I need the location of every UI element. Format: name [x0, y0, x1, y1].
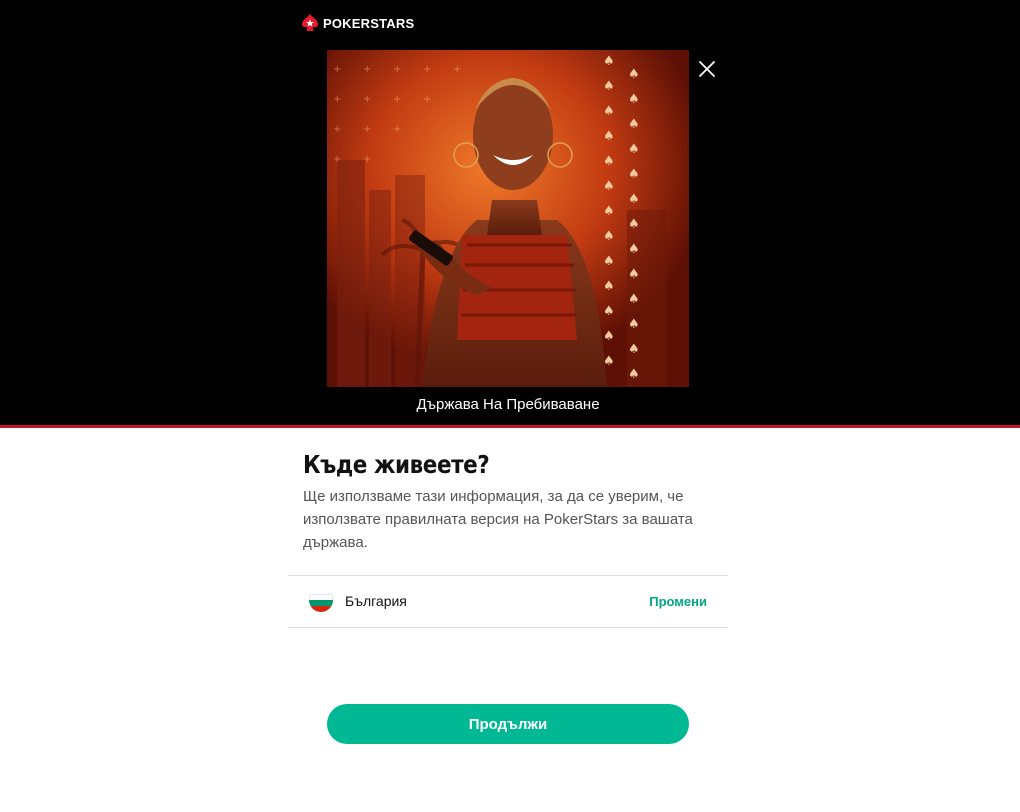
- svg-text:♠: ♠: [628, 367, 640, 382]
- svg-text:♠: ♠: [628, 267, 640, 282]
- svg-text:+: +: [333, 64, 341, 75]
- svg-text:♠: ♠: [603, 104, 615, 119]
- svg-text:♠: ♠: [628, 242, 640, 257]
- selected-country: България: [345, 593, 407, 609]
- svg-text:♠: ♠: [628, 342, 640, 357]
- pokerstars-spade-star-icon: [302, 14, 318, 31]
- bulgaria-flag-icon: [309, 594, 333, 612]
- svg-text:+: +: [363, 124, 371, 135]
- svg-text:♠: ♠: [628, 217, 640, 232]
- svg-text:♠: ♠: [628, 92, 640, 107]
- change-country-link[interactable]: Промени: [649, 594, 707, 609]
- svg-text:♠: ♠: [603, 179, 615, 194]
- hero-caption: Държава На Пребиваване: [416, 396, 600, 413]
- svg-text:♠: ♠: [603, 304, 615, 319]
- svg-text:♠: ♠: [603, 79, 615, 94]
- pokerstars-logo: POKERSTARS: [302, 13, 414, 33]
- svg-text:+: +: [363, 154, 371, 165]
- svg-text:+: +: [423, 94, 431, 105]
- header-divider: [0, 425, 1020, 428]
- continue-button[interactable]: Продължи: [327, 704, 689, 744]
- brand-name: POKERSTARS: [323, 15, 415, 31]
- svg-text:♠: ♠: [603, 329, 615, 344]
- svg-text:♠: ♠: [628, 292, 640, 307]
- svg-text:♠: ♠: [603, 254, 615, 269]
- svg-text:♠: ♠: [628, 142, 640, 157]
- svg-text:+: +: [363, 94, 371, 105]
- svg-text:♠: ♠: [628, 67, 640, 82]
- svg-text:+: +: [423, 64, 431, 75]
- svg-text:+: +: [333, 124, 341, 135]
- svg-text:♠: ♠: [628, 117, 640, 132]
- svg-text:♠: ♠: [603, 229, 615, 244]
- svg-text:♠: ♠: [628, 192, 640, 207]
- close-icon[interactable]: [697, 59, 717, 79]
- country-selector-row: България Промени: [288, 575, 728, 628]
- svg-text:♠: ♠: [603, 54, 615, 69]
- svg-text:+: +: [393, 124, 401, 135]
- svg-text:+: +: [363, 64, 371, 75]
- svg-text:♠: ♠: [603, 279, 615, 294]
- svg-text:+: +: [333, 94, 341, 105]
- hero-illustration: + + + + + + + + + + + + + + ♠ ♠ ♠ ♠ ♠ ♠ ♠ ♠ ♠ ♠ ♠ ♠ ♠ ♠ ♠…: [327, 50, 689, 387]
- svg-text:+: +: [393, 94, 401, 105]
- page-description: Ще използваме тази информация, за да се …: [303, 488, 693, 551]
- svg-text:♠: ♠: [603, 154, 615, 169]
- svg-text:♠: ♠: [628, 317, 640, 332]
- svg-text:+: +: [453, 64, 461, 75]
- svg-text:♠: ♠: [628, 167, 640, 182]
- svg-text:♠: ♠: [603, 204, 615, 219]
- svg-text:+: +: [393, 64, 401, 75]
- page-title: Къде живеете?: [303, 450, 490, 479]
- hero-image: + + + + + + + + + + + + + + ♠ ♠ ♠ ♠ ♠ ♠ ♠ ♠ ♠ ♠ ♠ ♠ ♠ ♠ ♠…: [327, 50, 689, 387]
- svg-text:+: +: [333, 154, 341, 165]
- svg-text:♠: ♠: [603, 129, 615, 144]
